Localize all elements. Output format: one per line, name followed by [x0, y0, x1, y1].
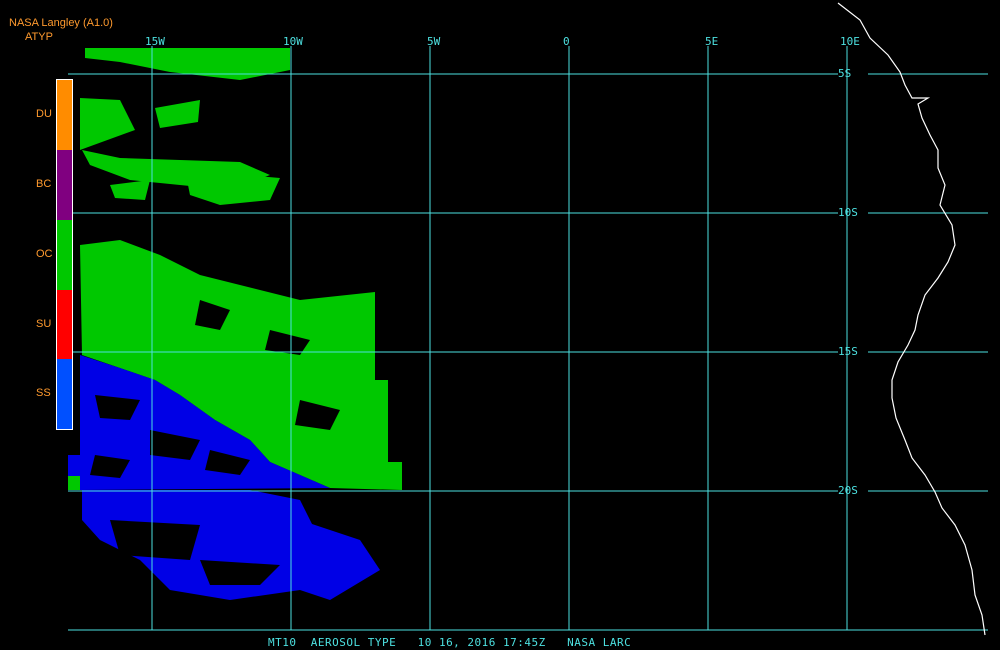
legend-label-oc: OC: [36, 248, 53, 260]
legend-swatch-su: [57, 290, 72, 359]
legend-label-bc: BC: [36, 178, 52, 190]
image-caption: MT10 AEROSOL TYPE 10 16, 2016 17:45Z NAS…: [268, 636, 632, 649]
legend-label-ss: SS: [36, 387, 51, 399]
lat-label-5s: 5S: [838, 67, 852, 80]
legend-swatch-du: [57, 80, 72, 150]
legend-swatch-ss: [57, 359, 72, 429]
lon-label-10w: 10W: [283, 35, 303, 48]
lon-label-5w: 5W: [427, 35, 441, 48]
lon-label-10e: 10E: [840, 35, 860, 48]
aerosol-type-legend: [56, 79, 73, 430]
aerosol-swath: [68, 48, 402, 600]
legend-swatch-oc: [57, 220, 72, 290]
lon-label-5e: 5E: [705, 35, 719, 48]
coastline: [837, 2, 986, 636]
lon-label-0: 0: [563, 35, 570, 48]
lat-label-10s: 10S: [838, 206, 858, 219]
lat-label-20s: 20S: [838, 484, 858, 497]
legend-label-su: SU: [36, 318, 52, 330]
map-canvas: [68, 2, 988, 636]
lon-label-15w: 15W: [145, 35, 165, 48]
lat-label-15s: 15S: [838, 345, 858, 358]
satellite-map-view: NASA Langley (A1.0) ATYP 15W 10W 5W 0 5E…: [0, 0, 1000, 650]
legend-label-du: DU: [36, 108, 52, 120]
legend-swatch-bc: [57, 150, 72, 220]
